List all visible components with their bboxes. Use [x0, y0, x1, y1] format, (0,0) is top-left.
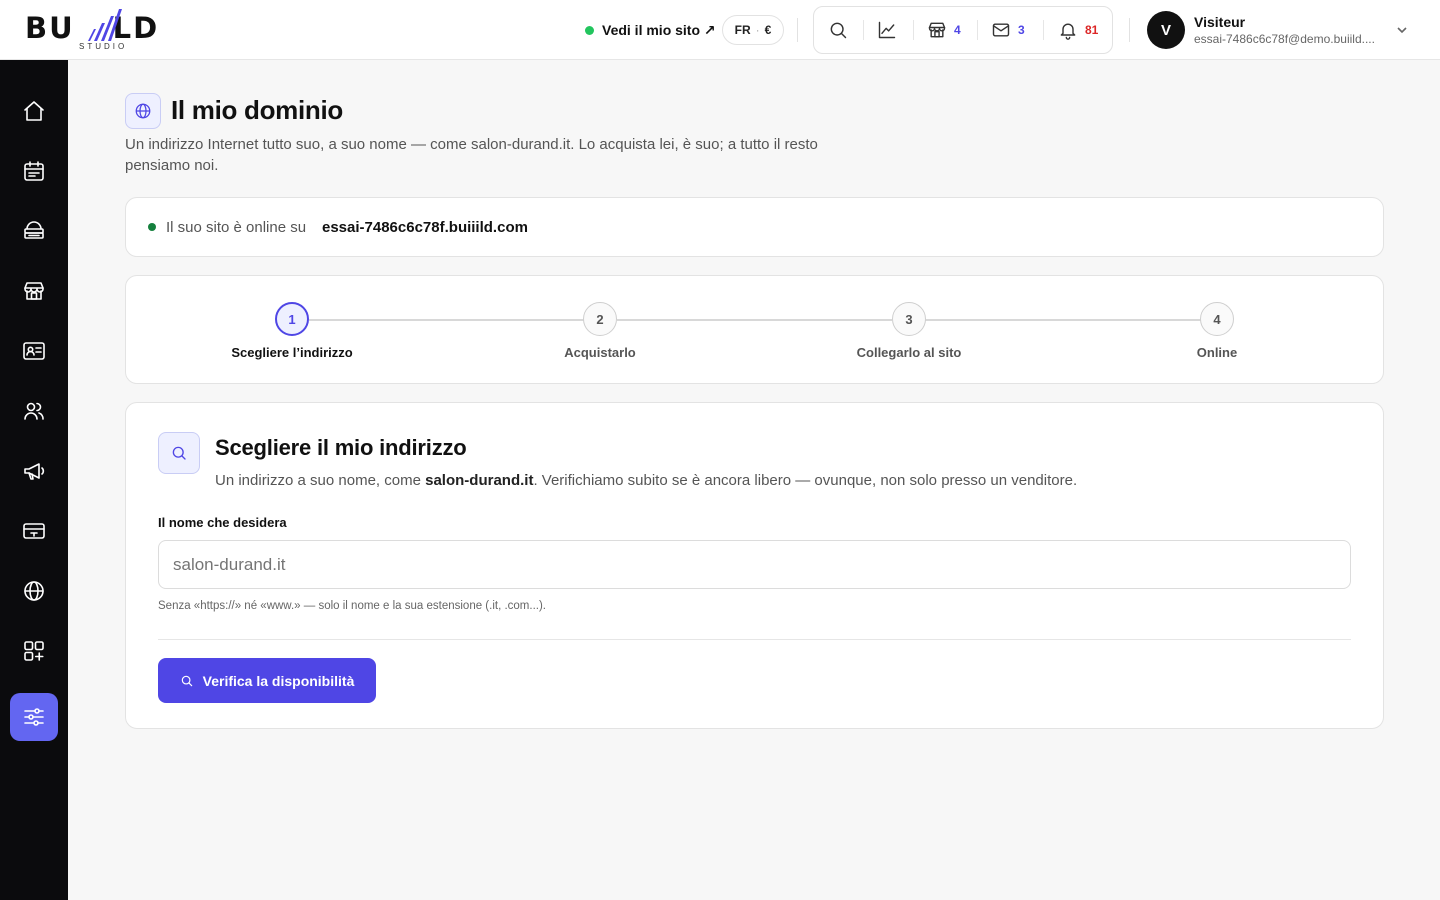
shop-button[interactable]: 4	[927, 7, 961, 53]
currency-symbol: €	[764, 23, 772, 37]
step-1-label: Scegliere l’indirizzo	[231, 345, 353, 360]
search-icon	[158, 432, 200, 474]
sidebar-item-home[interactable]	[10, 87, 58, 135]
sidebar-item-store[interactable]	[10, 267, 58, 315]
brand-subtitle: STUDIO	[79, 42, 128, 51]
sidebar	[0, 60, 68, 900]
toolbar-divider	[977, 20, 978, 40]
language-code: FR	[734, 23, 751, 37]
domain-page-icon	[125, 93, 161, 129]
step-connector	[925, 319, 1201, 321]
settings-sliders-icon	[24, 708, 44, 726]
current-domain: essai-7486c6c78f.buiiild.com	[322, 219, 528, 236]
sidebar-item-calendar[interactable]	[10, 147, 58, 195]
stats-button[interactable]	[877, 7, 897, 53]
step-4-indicator: 4	[1200, 302, 1234, 336]
notifications-button[interactable]: 81	[1058, 7, 1098, 53]
view-site-link[interactable]: Vedi il mio sito ↗	[585, 18, 716, 42]
form-desc-after: . Verifichiamo subito se è ancora libero…	[533, 472, 1078, 489]
payment-card-icon	[23, 523, 45, 539]
bell-icon	[1060, 23, 1076, 40]
site-status-card: Il suo sito è online su essai-7486c6c78f…	[125, 197, 1384, 257]
megaphone-icon	[24, 463, 45, 480]
home-icon	[24, 101, 44, 121]
store-icon	[24, 282, 44, 300]
step-1-indicator: 1	[275, 302, 309, 336]
toolbar-divider	[863, 20, 864, 40]
mail-icon	[992, 23, 1010, 37]
search-icon	[181, 675, 192, 686]
online-status-dot	[148, 223, 156, 231]
choose-address-card: Scegliere il mio indirizzo Un indirizzo …	[125, 402, 1384, 729]
brand-logo[interactable]: BU LD STUDIO	[25, 9, 185, 53]
notifications-count-badge: 81	[1085, 23, 1099, 37]
form-desc-before: Un indirizzo a suo nome, come	[215, 472, 426, 489]
step-3-label: Collegarlo al sito	[856, 345, 962, 360]
step-2-label: Acquistarlo	[564, 345, 636, 360]
globe-icon	[24, 581, 44, 601]
chevron-down-icon	[1395, 23, 1409, 37]
step-2-indicator: 2	[583, 302, 617, 336]
top-bar: BULD STUDIO Vedi il mio sito ↗ FR · € 4	[0, 0, 1440, 60]
form-desc-example: salon-durand.it	[425, 472, 534, 489]
toolbar-divider	[1043, 20, 1044, 40]
domain-name-input[interactable]	[158, 540, 1351, 589]
domain-stepper: 1 Scegliere l’indirizzo 2 Acquistarlo 3 …	[125, 275, 1384, 384]
apps-icon	[24, 641, 44, 661]
calendar-icon	[24, 161, 44, 181]
search-button[interactable]	[828, 7, 848, 53]
form-description: Un indirizzo a suo nome, come salon-dura…	[215, 472, 1077, 489]
step-connector	[617, 319, 892, 321]
header-toolbar: 4 3 81	[813, 6, 1113, 54]
sidebar-item-marketing[interactable]	[10, 447, 58, 495]
user-menu[interactable]: V Visiteur essai-7486c6c78f@demo.buiild.…	[1147, 11, 1417, 49]
page-description: Un indirizzo Internet tutto suo, a suo n…	[125, 136, 818, 174]
step-4-label: Online	[1196, 345, 1238, 360]
check-availability-label: Verifica la disponibilità	[202, 672, 355, 689]
view-site-label: Vedi il mio sito ↗	[602, 21, 716, 38]
sidebar-item-clients[interactable]	[10, 387, 58, 435]
sidebar-item-settings[interactable]	[10, 693, 58, 741]
form-title: Scegliere il mio indirizzo	[215, 435, 467, 460]
search-icon	[830, 22, 847, 39]
check-availability-button[interactable]: Verifica la disponibilità	[158, 658, 376, 703]
brand-name-left: BU	[25, 11, 75, 45]
users-icon	[24, 402, 44, 420]
shop-count-badge: 4	[954, 23, 961, 37]
user-name: Visiteur	[1194, 14, 1246, 30]
services-icon	[24, 221, 44, 239]
sidebar-item-services[interactable]	[10, 207, 58, 255]
page-title: Il mio dominio	[171, 95, 344, 125]
site-online-dot	[585, 25, 594, 35]
header-divider	[1129, 18, 1130, 42]
toolbar-divider	[913, 20, 914, 40]
sidebar-item-apps[interactable]	[10, 627, 58, 675]
language-currency-selector[interactable]: FR · €	[722, 15, 784, 45]
sidebar-item-contacts[interactable]	[10, 327, 58, 375]
header-divider	[797, 18, 798, 42]
messages-button[interactable]: 3	[991, 7, 1025, 53]
domain-field-label: Il nome che desidera	[158, 515, 287, 530]
step-3-indicator: 3	[892, 302, 926, 336]
sidebar-item-domain[interactable]	[10, 567, 58, 615]
avatar: V	[1147, 11, 1185, 49]
lang-separator: ·	[755, 23, 760, 37]
step-connector	[309, 319, 584, 321]
user-email: essai-7486c6c78f@demo.buiild....	[1194, 32, 1375, 46]
contact-card-icon	[23, 342, 45, 360]
sidebar-item-payments[interactable]	[10, 507, 58, 555]
mail-count-badge: 3	[1018, 23, 1025, 37]
chart-icon	[878, 21, 896, 39]
status-label: Il suo sito è online su	[166, 219, 307, 236]
globe-icon	[135, 103, 151, 119]
form-divider	[158, 639, 1351, 640]
logo-bars-icon	[88, 9, 122, 41]
shop-icon	[928, 22, 946, 38]
domain-field-hint: Senza «https://» né «www.» — solo il nom…	[158, 600, 546, 612]
